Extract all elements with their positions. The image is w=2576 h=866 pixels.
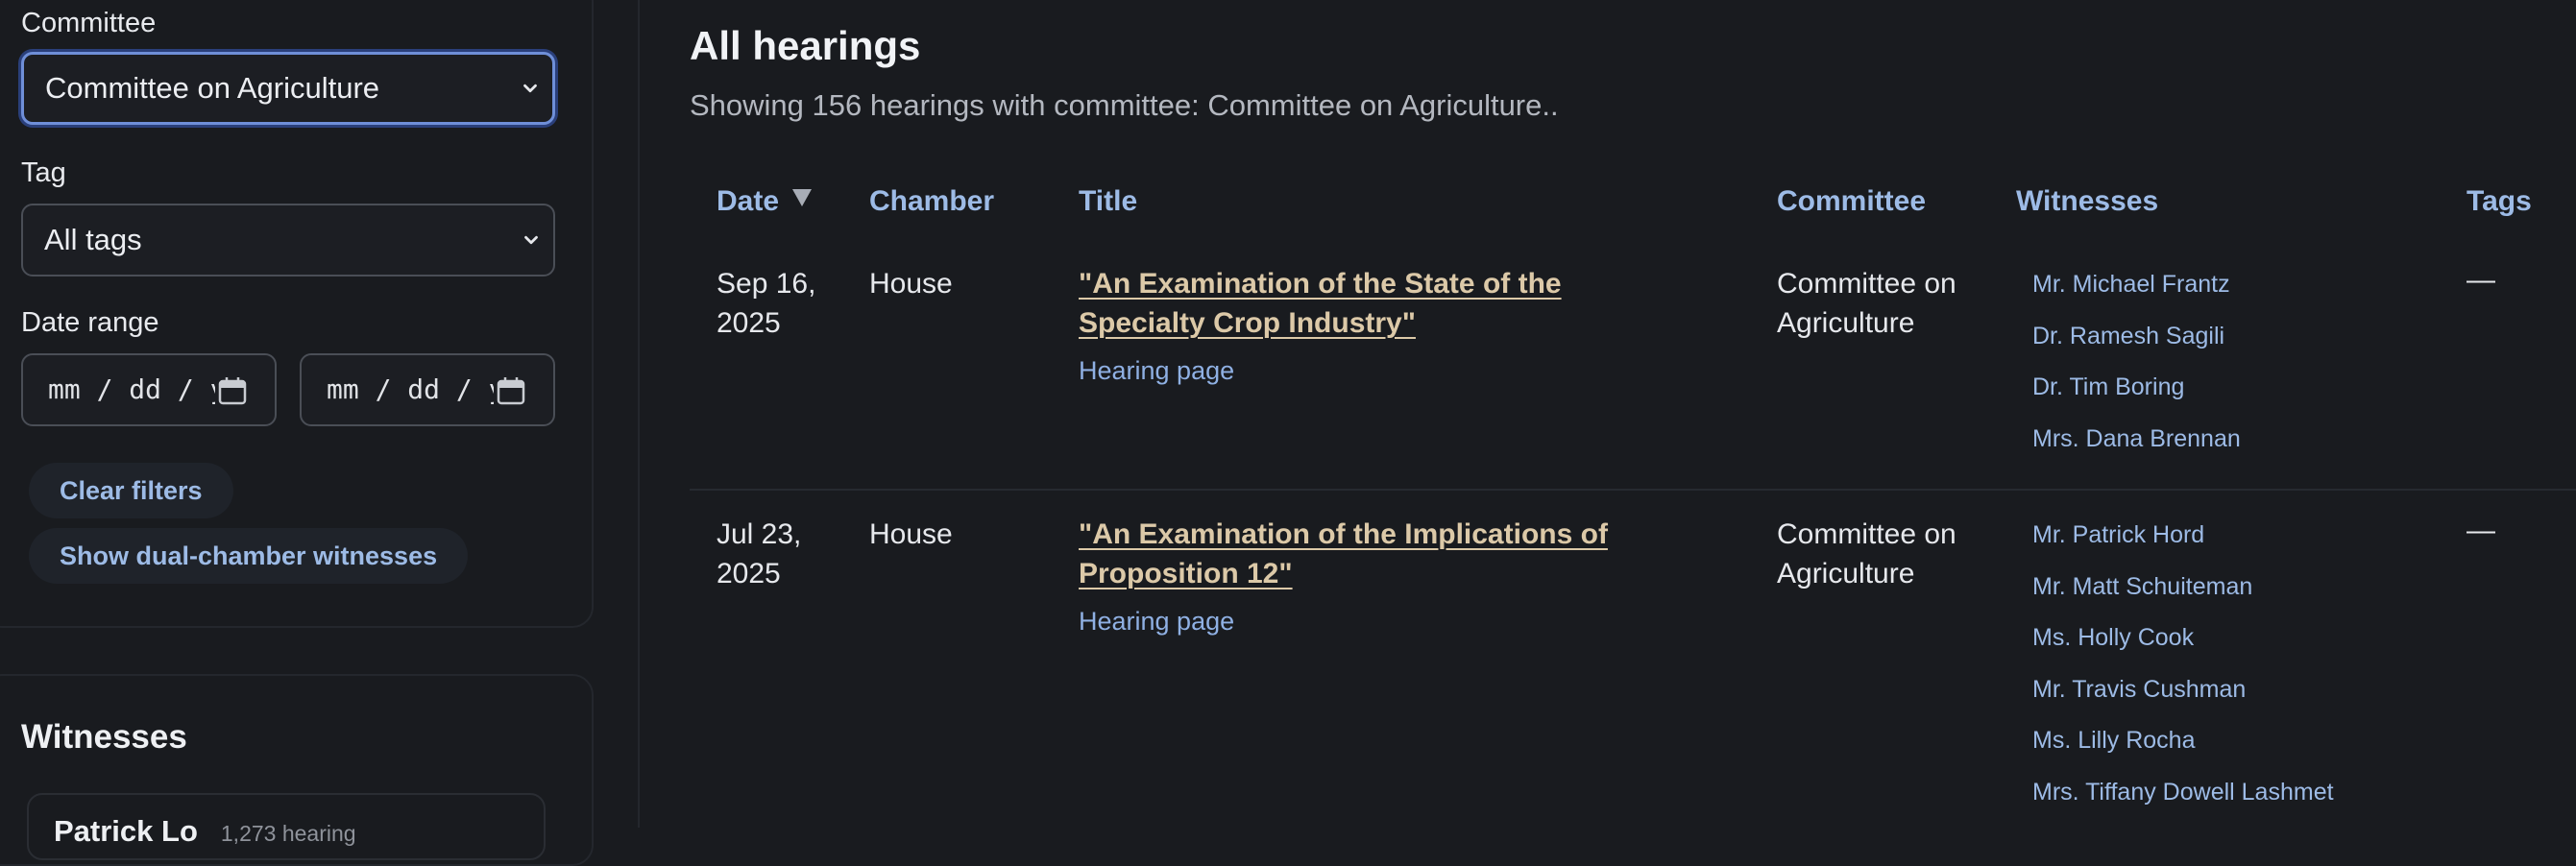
witness-list-item[interactable]: Patrick Lo 1,273 hearing bbox=[27, 793, 546, 860]
row-tags: — bbox=[2467, 515, 2495, 546]
date-range-label: Date range bbox=[21, 307, 159, 338]
witness-link[interactable]: Mr. Matt Schuiteman bbox=[2032, 562, 2334, 613]
clear-filters-button[interactable]: Clear filters bbox=[29, 463, 233, 518]
witness-link[interactable]: Mrs. Dana Brennan bbox=[2032, 414, 2241, 466]
hearing-title-link[interactable]: "An Examination of the State of the Spec… bbox=[1079, 264, 1693, 343]
witness-link[interactable]: Mr. Michael Frantz bbox=[2032, 259, 2241, 311]
row-committee: Committee on Agriculture bbox=[1777, 264, 1956, 343]
column-header-date-label: Date bbox=[717, 185, 780, 217]
witnesses-heading: Witnesses bbox=[21, 718, 187, 756]
row-divider bbox=[690, 489, 2576, 491]
tag-select[interactable]: All tags bbox=[21, 204, 555, 277]
sort-descending-icon[interactable] bbox=[792, 189, 813, 206]
witness-link[interactable]: Dr. Tim Boring bbox=[2032, 362, 2241, 414]
date-start-placeholder: mm / dd / yyyy bbox=[48, 373, 215, 405]
witness-link[interactable]: Dr. Ramesh Sagili bbox=[2032, 311, 2241, 363]
witness-link[interactable]: Ms. Holly Cook bbox=[2032, 613, 2334, 664]
chevron-down-icon bbox=[524, 235, 538, 245]
column-header-date[interactable]: Date bbox=[717, 185, 813, 218]
row-tags: — bbox=[2467, 264, 2495, 296]
column-header-title[interactable]: Title bbox=[1079, 185, 1137, 218]
chevron-down-icon bbox=[523, 84, 537, 93]
witness-link[interactable]: Ms. Lilly Rocha bbox=[2032, 715, 2334, 767]
row-witness-list: Mr. Patrick Hord Mr. Matt Schuiteman Ms.… bbox=[2032, 510, 2334, 819]
committee-select[interactable]: Committee on Agriculture bbox=[21, 52, 555, 125]
tag-select-value: All tags bbox=[44, 223, 142, 256]
row-date: Jul 23, 2025 bbox=[717, 515, 801, 593]
row-chamber: House bbox=[869, 518, 953, 550]
tag-filter-label: Tag bbox=[21, 157, 66, 188]
row-date-day: Jul 23, bbox=[717, 518, 802, 550]
page-title: All hearings bbox=[690, 23, 921, 68]
show-dual-chamber-witnesses-button[interactable]: Show dual-chamber witnesses bbox=[29, 528, 469, 584]
row-date-year: 2025 bbox=[717, 558, 781, 589]
witness-hearing-count: 1,273 hearing bbox=[220, 821, 356, 846]
column-header-tags[interactable]: Tags bbox=[2467, 185, 2532, 218]
witness-name: Patrick Lo bbox=[54, 814, 198, 848]
hearing-page-link[interactable]: Hearing page bbox=[1079, 607, 1234, 637]
committee-select-value: Committee on Agriculture bbox=[45, 71, 380, 105]
row-date: Sep 16, 2025 bbox=[717, 264, 815, 343]
witness-link[interactable]: Mr. Travis Cushman bbox=[2032, 664, 2334, 716]
committee-filter-label: Committee bbox=[21, 8, 157, 38]
hearing-page-link[interactable]: Hearing page bbox=[1079, 356, 1234, 386]
results-summary: Showing 156 hearings with committee: Com… bbox=[690, 88, 1559, 122]
witness-link[interactable]: Mr. Patrick Hord bbox=[2032, 510, 2334, 562]
calendar-icon[interactable] bbox=[496, 375, 526, 406]
witness-link[interactable]: Mrs. Tiffany Dowell Lashmet bbox=[2032, 767, 2334, 819]
date-end-placeholder: mm / dd / yyyy bbox=[327, 373, 494, 405]
calendar-icon[interactable] bbox=[217, 375, 248, 406]
row-date-day: Sep 16, bbox=[717, 268, 816, 300]
row-date-year: 2025 bbox=[717, 307, 781, 339]
row-committee-line1: Committee on bbox=[1777, 518, 1956, 550]
row-committee-line1: Committee on bbox=[1777, 268, 1956, 300]
date-start-input[interactable]: mm / dd / yyyy bbox=[21, 353, 277, 426]
row-committee-line2: Agriculture bbox=[1777, 307, 1915, 339]
hearing-title-link[interactable]: "An Examination of the Implications of P… bbox=[1079, 515, 1693, 593]
column-header-committee[interactable]: Committee bbox=[1777, 185, 1926, 218]
sidebar-divider bbox=[638, 0, 640, 828]
column-header-chamber[interactable]: Chamber bbox=[869, 185, 994, 218]
row-committee-line2: Agriculture bbox=[1777, 558, 1915, 589]
column-header-witnesses[interactable]: Witnesses bbox=[2016, 185, 2158, 218]
row-committee: Committee on Agriculture bbox=[1777, 515, 1956, 593]
row-witness-list: Mr. Michael Frantz Dr. Ramesh Sagili Dr.… bbox=[2032, 259, 2241, 465]
filters-sidebar: Committee Committee on Agriculture Tag A… bbox=[0, 0, 595, 866]
row-chamber: House bbox=[869, 268, 953, 300]
date-end-input[interactable]: mm / dd / yyyy bbox=[300, 353, 555, 426]
